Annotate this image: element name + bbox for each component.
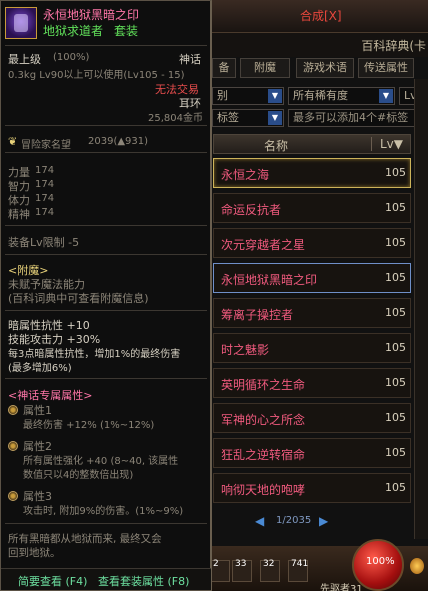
column-name[interactable]: 名称 — [264, 137, 288, 154]
fatigue-label: 先驱者31 — [320, 584, 363, 591]
window-subbar: 百科辞典(卡 — [210, 33, 428, 57]
stat-value: 174 — [35, 165, 55, 176]
column-divider — [371, 137, 372, 151]
item-rarity: 神话 — [179, 53, 201, 66]
myth-option-desc: 攻击时, 附加9%的伤害。(1%~9%) — [23, 506, 184, 517]
myth-option-icon — [8, 441, 18, 451]
list-item[interactable]: 英明循环之生命 105 — [213, 368, 411, 398]
list-item[interactable]: 永恒之海 105 — [213, 158, 411, 188]
fame-value: 2039(▲931) — [88, 136, 149, 147]
earring-icon — [5, 7, 37, 39]
scrollbar[interactable] — [414, 79, 428, 539]
item-price: 25,804金币 — [148, 113, 203, 124]
effect-line: (最多增加6%) — [8, 363, 72, 374]
window-title[interactable]: 合成[X] — [300, 7, 342, 24]
list-item[interactable]: 永恒地狱黑暗之印 105 — [213, 263, 411, 293]
item-grade-percent: (100%) — [53, 52, 90, 63]
item-set-tag: 套装 — [114, 24, 139, 38]
item-weight-requirement: 0.3kg Lv90以上可以使用(Lv105 - 15) — [8, 70, 185, 81]
list-item[interactable]: 时之魅影 105 — [213, 333, 411, 363]
window-titlebar: 合成[X] — [210, 0, 428, 33]
brief-view-link[interactable]: 简要查看 (F4) — [18, 573, 87, 589]
encyclopedia-title: 百科辞典(卡 — [361, 39, 426, 53]
fame-label: 冒险家名望 — [21, 140, 71, 151]
list-header: 名称 Lv▼ — [213, 134, 411, 154]
set-attributes-link[interactable]: 查看套装属性 (F8) — [98, 573, 189, 589]
divider — [5, 152, 207, 153]
divider — [5, 225, 207, 226]
stat-label: 精神 — [8, 208, 30, 221]
item-tooltip: 永恒地狱黑暗之印 地狱求道者 套装 最上级 (100%) 神话 0.3kg Lv… — [0, 0, 212, 591]
tag-dropdown[interactable]: 标签 ▼ — [212, 109, 284, 127]
divider — [5, 254, 207, 255]
chevron-down-icon: ▼ — [379, 89, 393, 103]
chevron-down-icon: ▼ — [268, 111, 282, 125]
rarity-dropdown[interactable]: 所有稀有度 ▼ — [288, 87, 395, 105]
flavor-text: 所有黑暗都从地狱而来, 最终又会 — [8, 533, 162, 545]
page-indicator: 1/2035 — [276, 515, 312, 526]
effect-line: 每3点暗属性抗性，增加1%的最终伤害 — [8, 349, 181, 360]
divider — [5, 125, 207, 126]
list-item[interactable]: 筹离子操控者 105 — [213, 298, 411, 328]
myth-header: <神话专属属性> — [8, 389, 93, 402]
hp-percent: 100% — [366, 556, 395, 567]
tab-equipment[interactable]: 备 — [212, 58, 236, 78]
divider — [5, 310, 207, 311]
tab-enchant[interactable]: 附魔 — [240, 58, 290, 78]
item-set-name: 地狱求道者 — [43, 24, 104, 38]
list-item[interactable]: 次元穿越者之星 105 — [213, 228, 411, 258]
list-item[interactable]: 响彻天地的咆哮 105 — [213, 473, 411, 503]
list-item[interactable]: 命运反抗者 105 — [213, 193, 411, 223]
quick-slot[interactable]: 33 — [232, 559, 252, 582]
divider — [5, 523, 207, 524]
tab-game-terms[interactable]: 游戏术语 — [296, 58, 354, 78]
column-level[interactable]: Lv▼ — [380, 137, 403, 151]
myth-option-desc: 数值只以4的整数倍出现) — [23, 470, 134, 481]
quick-slot[interactable]: 32 — [260, 559, 280, 582]
stat-value: 174 — [35, 193, 55, 204]
flavor-text: 回到地狱。 — [8, 547, 61, 559]
chevron-down-icon: ▼ — [268, 89, 282, 103]
category-dropdown[interactable]: 别 ▼ — [212, 87, 284, 105]
quick-slot[interactable]: 2 — [210, 559, 230, 582]
myth-option-icon — [8, 491, 18, 501]
quick-slot[interactable]: 741 — [288, 559, 308, 582]
item-grade: 最上级 — [8, 53, 41, 66]
stat-value: 174 — [35, 179, 55, 190]
pagination: ◀ 1/2035 ▶ — [255, 512, 335, 530]
list-item[interactable]: 军神的心之所念 105 — [213, 403, 411, 433]
divider — [5, 45, 207, 46]
tag-input[interactable]: 最多可以添加4个#标签 — [288, 109, 428, 127]
tab-transfer-attributes[interactable]: 传送属性 — [358, 58, 414, 78]
list-item[interactable]: 狂乱之逆转宿命 105 — [213, 438, 411, 468]
myth-option-desc: 最终伤害 +12% (1%~12%) — [23, 420, 155, 431]
prev-page-icon[interactable]: ◀ — [255, 514, 264, 528]
tooltip-footer: 简要查看 (F4) 查看套装属性 (F8) — [1, 568, 211, 590]
orb-icon — [410, 558, 424, 574]
myth-option-icon — [8, 405, 18, 415]
next-page-icon[interactable]: ▶ — [319, 514, 328, 528]
divider — [5, 378, 207, 379]
enchant-hint: (百科词典中可查看附魔信息) — [8, 292, 149, 305]
item-name: 永恒地狱黑暗之印 — [43, 8, 140, 22]
myth-option-desc: 所有属性强化 +40 (8~40, 该属性 — [23, 456, 179, 467]
level-limit: 装备Lv限制 -5 — [8, 236, 80, 249]
stat-value: 174 — [35, 207, 55, 218]
fame-icon: ❦ — [8, 135, 18, 148]
